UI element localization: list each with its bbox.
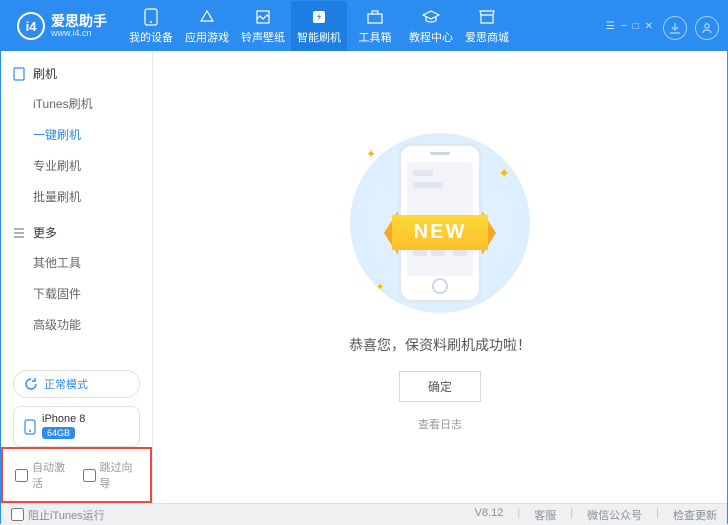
sidebar-item-other-tools[interactable]: 其他工具 (13, 247, 140, 278)
mode-chip[interactable]: 正常模式 (13, 370, 140, 398)
wechat-link[interactable]: 微信公众号 (587, 507, 642, 523)
nav-tutorial[interactable]: 教程中心 (403, 1, 459, 51)
app-logo: i4 爱思助手 www.i4.cn (17, 12, 107, 40)
nav-store[interactable]: 爱思商城 (459, 1, 515, 51)
sidebar-item-advanced[interactable]: 高级功能 (13, 309, 140, 340)
maximize-button[interactable]: □ (633, 21, 639, 32)
sidebar: 刷机 iTunes刷机 一键刷机 专业刷机 批量刷机 更多 其他工具 下载固件 … (1, 51, 153, 503)
check-update-link[interactable]: 检查更新 (673, 507, 717, 523)
status-bar: 阻止iTunes运行 V8.12 | 客服 | 微信公众号 | 检查更新 (1, 503, 727, 525)
version-label: V8.12 (475, 507, 504, 523)
app-name: 爱思助手 (51, 14, 107, 28)
close-button[interactable]: ✕ (645, 21, 653, 32)
sidebar-item-onekey-flash[interactable]: 一键刷机 (13, 119, 140, 150)
download-button[interactable] (663, 16, 687, 40)
toolbox-icon (366, 8, 384, 26)
header-right: ☰ − □ ✕ (606, 12, 719, 40)
wallpaper-icon (254, 8, 272, 26)
nav-smart-flash[interactable]: 智能刷机 (291, 1, 347, 51)
top-nav: 我的设备 应用游戏 铃声壁纸 智能刷机 工具箱 教程中心 爱思商城 (123, 1, 515, 51)
tutorial-icon (422, 8, 440, 26)
success-illustration: ✦ ✦ ✦ NEW (330, 123, 550, 323)
minimize-button[interactable]: − (621, 21, 627, 32)
support-link[interactable]: 客服 (534, 507, 556, 523)
logo-icon: i4 (17, 12, 45, 40)
flash-group-icon (13, 67, 27, 81)
skip-wizard-checkbox[interactable] (83, 469, 96, 482)
device-icon (24, 419, 36, 435)
sidebar-item-batch-flash[interactable]: 批量刷机 (13, 181, 140, 212)
sidebar-item-download-firmware[interactable]: 下载固件 (13, 278, 140, 309)
star-icon: ✦ (498, 165, 510, 182)
window-controls: ☰ − □ ✕ (606, 21, 653, 32)
sidebar-group-more: 更多 (13, 224, 140, 241)
flash-icon (310, 8, 328, 26)
nav-apps-games[interactable]: 应用游戏 (179, 1, 235, 51)
star-icon: ✦ (366, 147, 376, 161)
confirm-button[interactable]: 确定 (399, 371, 481, 402)
new-ribbon: NEW (356, 211, 524, 255)
layout: 刷机 iTunes刷机 一键刷机 专业刷机 批量刷机 更多 其他工具 下载固件 … (1, 51, 727, 503)
more-group-icon (13, 226, 27, 240)
nav-toolbox[interactable]: 工具箱 (347, 1, 403, 51)
nav-ringtone-wallpaper[interactable]: 铃声壁纸 (235, 1, 291, 51)
device-name: iPhone 8 (42, 413, 85, 426)
main-content: ✦ ✦ ✦ NEW 恭喜您，保资料刷机成功啦！ 确定 查看日志 (153, 51, 727, 503)
skip-wizard-option[interactable]: 跳过向导 (83, 459, 139, 491)
options-row: 自动激活 跳过向导 (1, 447, 152, 503)
sidebar-group-flash: 刷机 (13, 65, 140, 82)
phone-icon (142, 8, 160, 26)
block-itunes-checkbox[interactable] (11, 508, 24, 521)
refresh-icon (24, 377, 38, 391)
star-icon: ✦ (376, 282, 384, 293)
device-chip[interactable]: iPhone 8 64GB (13, 406, 140, 447)
storage-badge: 64GB (42, 427, 75, 439)
sidebar-item-itunes-flash[interactable]: iTunes刷机 (13, 88, 140, 119)
store-icon (478, 8, 496, 26)
header: i4 爱思助手 www.i4.cn 我的设备 应用游戏 铃声壁纸 智能刷机 工具… (1, 1, 727, 51)
view-log-link[interactable]: 查看日志 (418, 416, 462, 432)
block-itunes-option[interactable]: 阻止iTunes运行 (11, 507, 105, 523)
auto-activate-option[interactable]: 自动激活 (15, 459, 71, 491)
menu-button[interactable]: ☰ (606, 21, 615, 32)
success-message: 恭喜您，保资料刷机成功啦！ (349, 335, 531, 355)
apps-icon (198, 8, 216, 26)
sidebar-item-pro-flash[interactable]: 专业刷机 (13, 150, 140, 181)
user-button[interactable] (695, 16, 719, 40)
nav-my-device[interactable]: 我的设备 (123, 1, 179, 51)
auto-activate-checkbox[interactable] (15, 469, 28, 482)
app-url: www.i4.cn (51, 28, 107, 39)
